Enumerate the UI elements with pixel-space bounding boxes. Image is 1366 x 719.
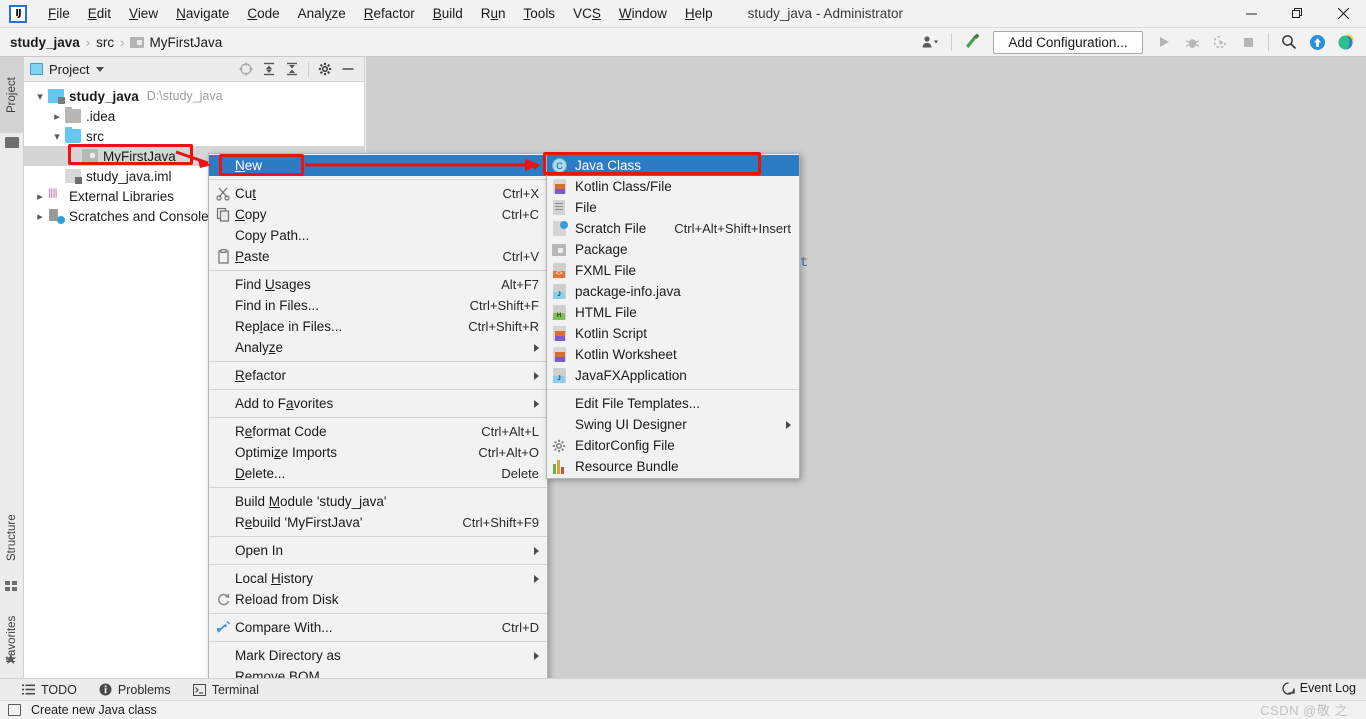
intellij-idea-window: IJ File Edit View Navigate Code Analyze Refact…	[0, 0, 1366, 719]
todo-icon	[22, 684, 35, 695]
event-log-icon	[1282, 681, 1295, 695]
event-log-button[interactable]: Event Log	[1282, 681, 1356, 695]
annotation-arrow-1	[175, 150, 541, 171]
bottom-tab-problems[interactable]: Problems	[99, 683, 171, 697]
bottom-tab-label-terminal: Terminal	[211, 682, 259, 697]
terminal-icon	[192, 683, 206, 696]
watermark: CSDN @敬 之	[1260, 703, 1348, 718]
bottom-tab-label-todo: TODO	[41, 682, 77, 697]
bottom-tab-todo[interactable]: TODO	[22, 683, 77, 697]
status-hint-icon	[8, 704, 21, 716]
bottom-tool-bar: TODO Problems Terminal	[0, 678, 1366, 700]
bottom-tab-terminal[interactable]: Terminal	[192, 682, 259, 697]
status-bar: Create new Java class	[0, 700, 1366, 719]
event-log-label: Event Log	[1299, 681, 1356, 695]
bottom-tab-label-problems: Problems	[117, 682, 171, 697]
status-message: Create new Java class	[31, 703, 157, 717]
problems-icon	[99, 683, 112, 696]
